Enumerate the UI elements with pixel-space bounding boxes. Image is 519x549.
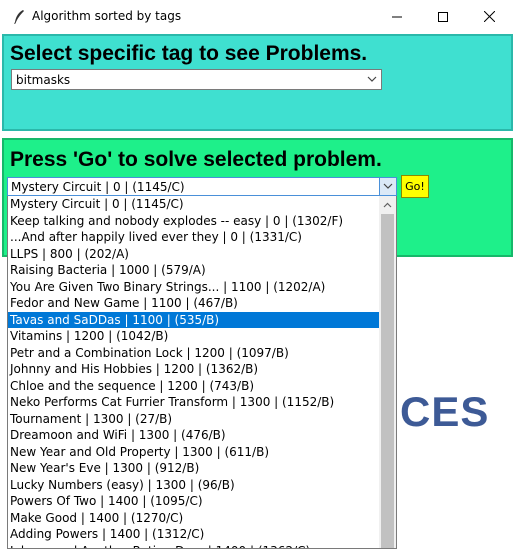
dropdown-option[interactable]: ...And after happily lived ever they | 0…: [8, 229, 380, 246]
dropdown-option[interactable]: Johnny and Another Rating Drop | 1400 | …: [8, 543, 380, 549]
chevron-down-icon: [367, 76, 377, 82]
dropdown-option[interactable]: Keep talking and nobody explodes -- easy…: [8, 213, 380, 230]
dropdown-option[interactable]: Neko Performs Cat Furrier Transform | 13…: [8, 394, 380, 411]
dropdown-option[interactable]: Tournament | 1300 | (27/B): [8, 411, 380, 428]
dropdown-option[interactable]: You Are Given Two Binary Strings... | 11…: [8, 279, 380, 296]
scroll-up-button[interactable]: [379, 196, 396, 213]
dropdown-option[interactable]: Mystery Circuit | 0 | (1145/C): [8, 196, 380, 213]
background-logo: CES: [400, 388, 490, 435]
dropdown-option[interactable]: Chloe and the sequence | 1200 | (743/B): [8, 378, 380, 395]
dropdown-option[interactable]: Lucky Numbers (easy) | 1300 | (96/B): [8, 477, 380, 494]
dropdown-option[interactable]: New Year and Old Property | 1300 | (611/…: [8, 444, 380, 461]
chevron-down-icon: [383, 183, 393, 189]
dropdown-option[interactable]: Raising Bacteria | 1000 | (579/A): [8, 262, 380, 279]
dropdown-option[interactable]: Fedor and New Game | 1100 | (467/B): [8, 295, 380, 312]
dropdown-items: Mystery Circuit | 0 | (1145/C) Keep talki…: [8, 196, 380, 549]
dropdown-option[interactable]: Adding Powers | 1400 | (1312/C): [8, 526, 380, 543]
title-bar: Algorithm sorted by tags: [0, 0, 519, 33]
window-title: Algorithm sorted by tags: [32, 9, 182, 23]
maximize-button[interactable]: [420, 0, 466, 33]
problem-select-toggle[interactable]: [379, 178, 396, 195]
feather-icon: [14, 10, 24, 24]
problem-dropdown-list: Mystery Circuit | 0 | (1145/C) Keep talki…: [7, 196, 397, 549]
tag-select-value: bitmasks: [16, 73, 71, 87]
tag-select[interactable]: bitmasks: [11, 69, 382, 90]
dropdown-option[interactable]: Johnny and His Hobbies | 1200 | (1362/B): [8, 361, 380, 378]
dropdown-option[interactable]: Dreamoon and WiFi | 1300 | (476/B): [8, 427, 380, 444]
problem-select[interactable]: Mystery Circuit | 0 | (1145/C): [7, 177, 397, 196]
minimize-icon: [392, 16, 402, 17]
go-button[interactable]: Go!: [401, 175, 429, 198]
dropdown-option[interactable]: New Year's Eve | 1300 | (912/B): [8, 460, 380, 477]
tag-panel-heading: Select specific tag to see Problems.: [10, 42, 368, 65]
chevron-up-icon: [383, 202, 392, 207]
close-icon: [483, 11, 495, 22]
dropdown-option[interactable]: Powers Of Two | 1400 | (1095/C): [8, 493, 380, 510]
dropdown-scrollbar[interactable]: [379, 196, 396, 548]
dropdown-option[interactable]: Tavas and SaDDas | 1100 | (535/B): [8, 311, 380, 328]
scrollbar-thumb[interactable]: [381, 214, 394, 548]
dropdown-option[interactable]: Petr and a Combination Lock | 1200 | (10…: [8, 345, 380, 362]
dropdown-option[interactable]: LLPS | 800 | (202/A): [8, 246, 380, 263]
minimize-button[interactable]: [374, 0, 420, 33]
close-button[interactable]: [466, 0, 512, 33]
problem-panel-heading: Press 'Go' to solve selected problem.: [10, 148, 382, 171]
maximize-icon: [438, 11, 448, 22]
tag-panel: Select specific tag to see Problems. bit…: [2, 34, 513, 131]
dropdown-option[interactable]: Vitamins | 1200 | (1042/B): [8, 328, 380, 345]
dropdown-option[interactable]: Make Good | 1400 | (1270/C): [8, 510, 380, 527]
problem-select-value: Mystery Circuit | 0 | (1145/C): [11, 180, 185, 194]
